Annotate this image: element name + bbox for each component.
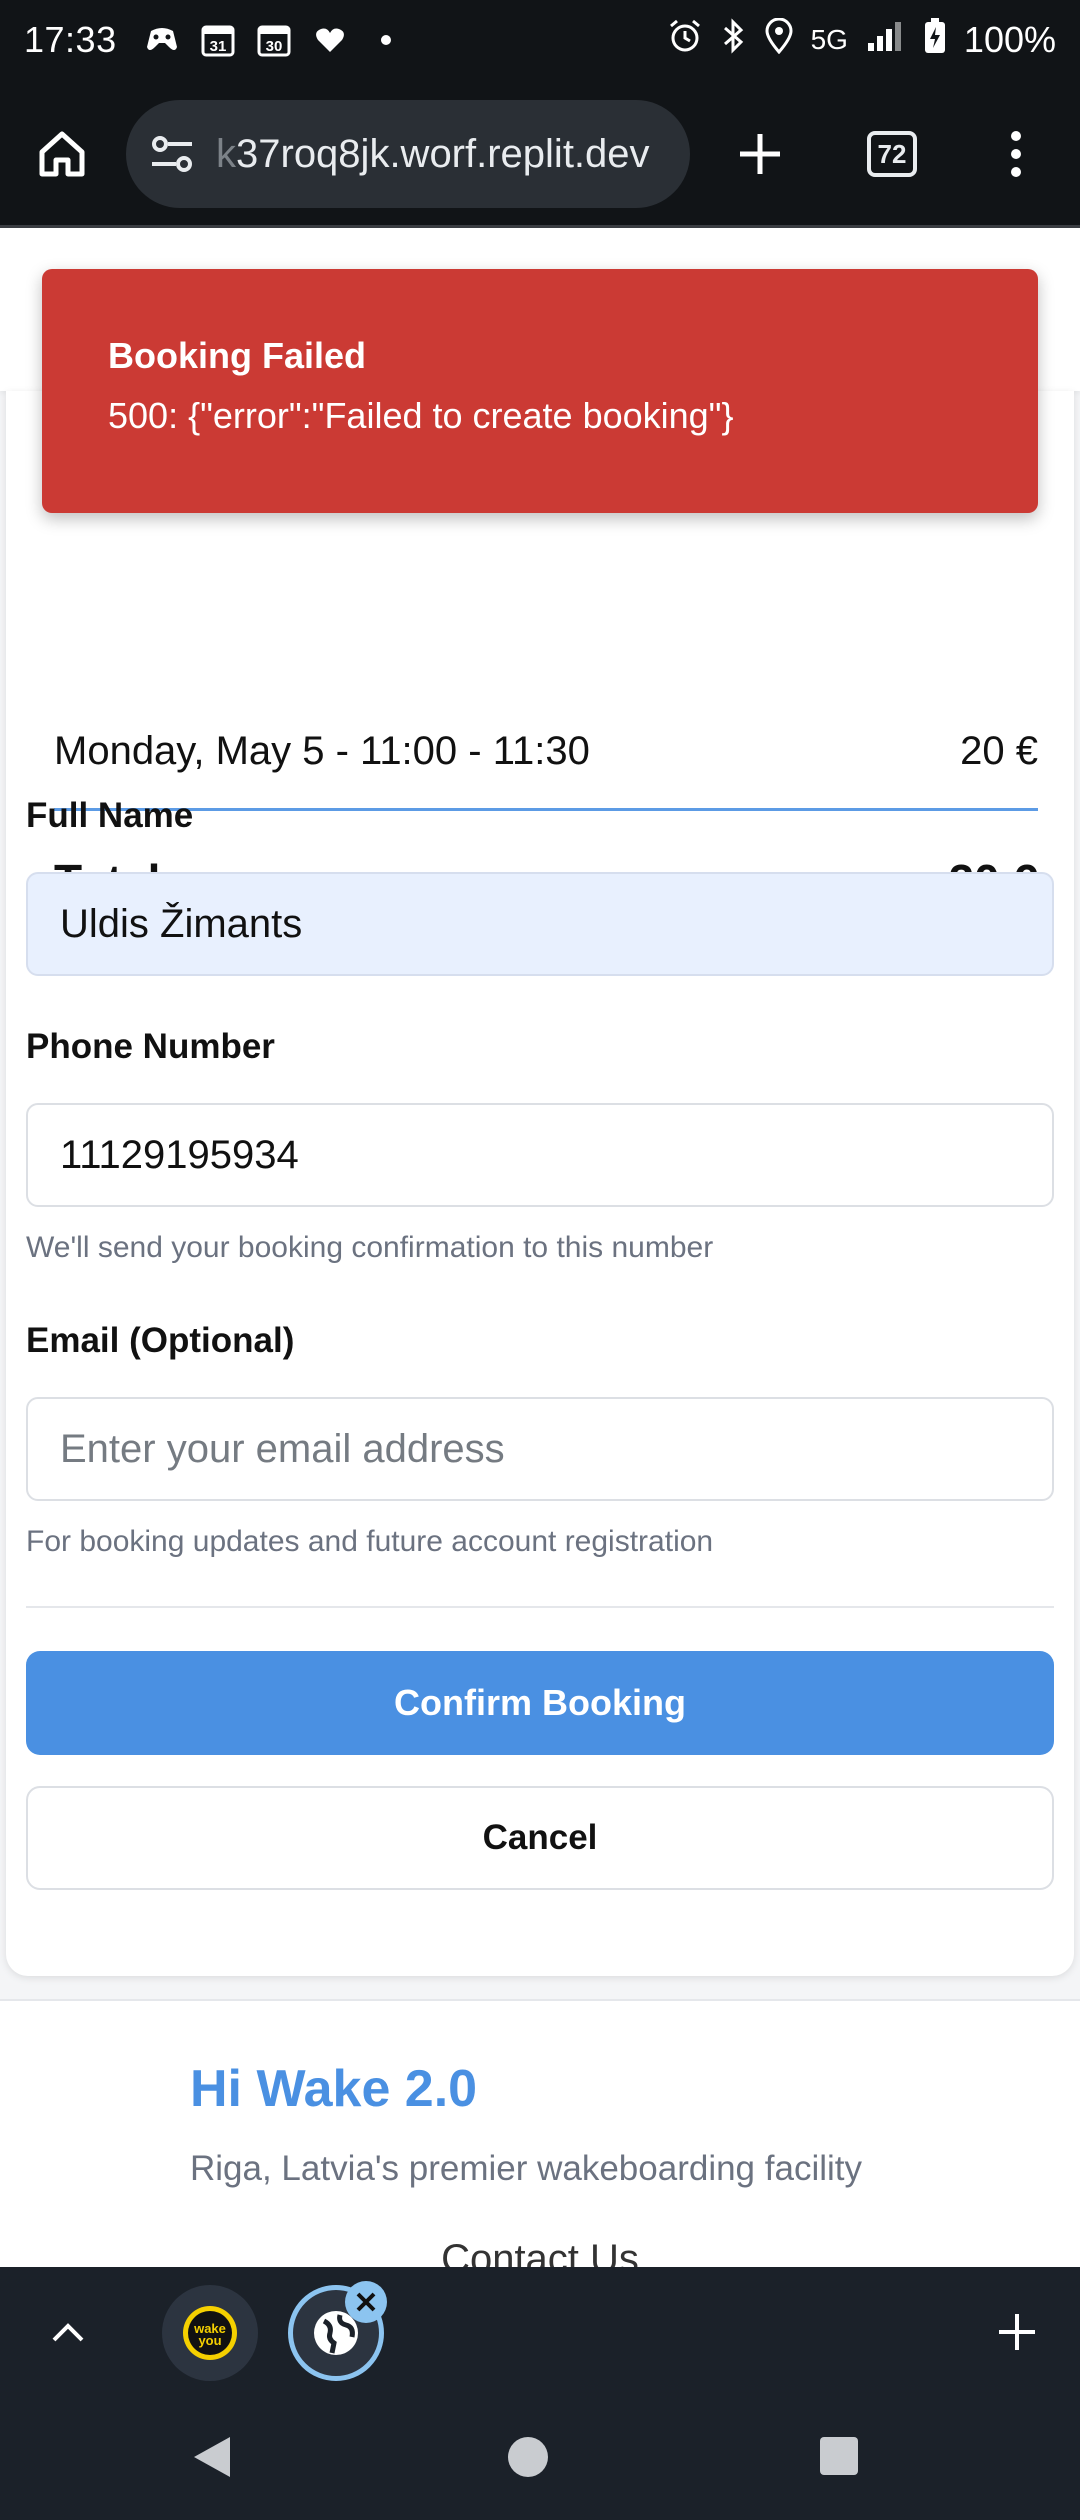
- signal-icon: [866, 19, 906, 62]
- calendar-icon: 31: [201, 23, 235, 57]
- add-tab-button[interactable]: [985, 2300, 1049, 2364]
- home-nav-button[interactable]: [508, 2437, 548, 2477]
- bottom-tab-strip: wake you: [0, 2267, 1080, 2397]
- plus-icon: [740, 134, 780, 174]
- svg-text:31: 31: [209, 38, 226, 55]
- web-page: Monday, May 5 - 11:00 - 11:30 20 € Total…: [0, 231, 1080, 2267]
- url-host: 37roq8jk.worf.replit.dev: [236, 131, 650, 176]
- more-vertical-icon: [1011, 131, 1021, 177]
- overflow-menu-button[interactable]: [984, 122, 1048, 186]
- url-bar[interactable]: k37roq8jk.worf.replit.dev: [126, 100, 690, 208]
- svg-text:you: you: [198, 2333, 221, 2348]
- tab-switcher-button[interactable]: 72: [860, 122, 924, 186]
- expand-tabs-button[interactable]: [36, 2300, 100, 2364]
- slot-price: 20 €: [960, 728, 1038, 773]
- svg-text:30: 30: [265, 38, 282, 55]
- chevron-up-icon: [52, 2323, 84, 2342]
- phone-hint: We'll send your booking confirmation to …: [26, 1231, 714, 1264]
- contact-heading: Contact Us: [441, 2237, 639, 2267]
- confirm-booking-button[interactable]: Confirm Booking: [26, 1651, 1054, 1755]
- back-button[interactable]: [190, 2433, 234, 2486]
- full-name-input[interactable]: [26, 872, 1054, 976]
- system-status-icons: 5G 100%: [667, 17, 1056, 63]
- footer-brand[interactable]: Hi Wake 2.0: [190, 2059, 477, 2119]
- notification-icons: 31 30: [145, 23, 403, 57]
- heart-icon: [313, 23, 347, 57]
- system-nav-bar: [0, 2397, 1080, 2520]
- screen: 17:33 31 30 5G 100% k37roq8jk.worf.repli…: [0, 0, 1080, 2520]
- browser-toolbar: k37roq8jk.worf.replit.dev 72: [0, 80, 1080, 228]
- bluetooth-icon: [721, 17, 747, 63]
- battery-percent: 100%: [963, 19, 1056, 60]
- toast-message: 500: {"error":"Failed to create booking"…: [108, 395, 734, 436]
- tab-thumbnail-wakeyou[interactable]: wake you: [162, 2285, 258, 2381]
- status-time: 17:33: [24, 19, 117, 60]
- back-triangle-icon: [194, 2437, 230, 2477]
- network-type: 5G: [810, 24, 848, 55]
- email-input[interactable]: [26, 1397, 1054, 1501]
- calendar-icon-2: 30: [257, 23, 291, 57]
- footer-tagline: Riga, Latvia's premier wakeboarding faci…: [190, 2149, 862, 2188]
- cancel-button[interactable]: Cancel: [26, 1786, 1054, 1890]
- summary-divider: [54, 808, 1038, 811]
- home-button[interactable]: [30, 122, 94, 186]
- new-tab-button[interactable]: [728, 122, 792, 186]
- full-name-label: Full Name: [26, 796, 194, 835]
- error-toast[interactable]: Booking Failed 500: {"error":"Failed to …: [42, 269, 1038, 513]
- site-footer: Hi Wake 2.0 Riga, Latvia's premier wakeb…: [0, 1999, 1080, 2267]
- more-notifications-dot-icon: [369, 23, 403, 57]
- slot-description: Monday, May 5 - 11:00 - 11:30: [54, 728, 590, 773]
- form-divider: [26, 1606, 1054, 1608]
- tab-count: 72: [867, 131, 917, 177]
- close-tab-button[interactable]: [345, 2281, 387, 2323]
- recents-button[interactable]: [820, 2437, 858, 2475]
- url-faded-prefix: k: [216, 131, 236, 176]
- plus-icon: [999, 2314, 1035, 2350]
- booking-slot-row: Monday, May 5 - 11:00 - 11:30 20 €: [54, 711, 1038, 791]
- phone-input[interactable]: [26, 1103, 1054, 1207]
- location-icon: [765, 17, 793, 63]
- status-bar: 17:33 31 30 5G 100%: [0, 0, 1080, 80]
- url-text[interactable]: k37roq8jk.worf.replit.dev: [216, 132, 650, 177]
- game-controller-icon: [145, 23, 179, 57]
- site-settings-icon[interactable]: [144, 126, 200, 182]
- email-hint: For booking updates and future account r…: [26, 1525, 714, 1558]
- close-icon: [356, 2292, 376, 2312]
- email-label: Email (Optional): [26, 1321, 295, 1360]
- alarm-icon: [667, 18, 703, 63]
- home-icon: [39, 131, 85, 177]
- battery-charging-icon: [924, 17, 946, 63]
- toast-title: Booking Failed: [108, 335, 367, 376]
- wakeyou-favicon-icon: wakeyou: [183, 2306, 237, 2360]
- phone-label: Phone Number: [26, 1027, 275, 1066]
